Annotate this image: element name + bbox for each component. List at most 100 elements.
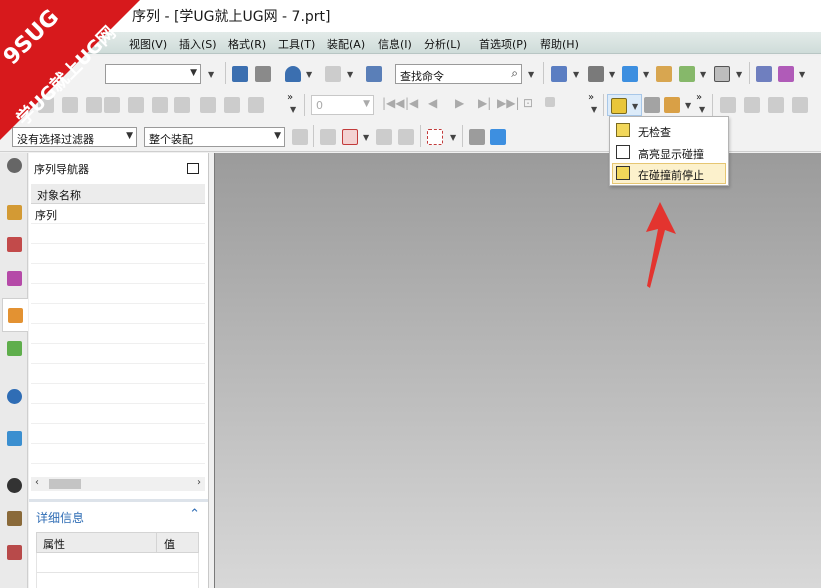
group-icon[interactable]: [152, 97, 168, 113]
chevron-down-icon[interactable]: ▼: [573, 70, 579, 79]
scroll-left-icon[interactable]: ‹: [35, 477, 39, 488]
collapse-chevron-icon[interactable]: ⌃: [189, 507, 200, 522]
stop-icon[interactable]: [545, 97, 555, 107]
menu-tools[interactable]: 工具(T): [278, 36, 315, 52]
horizontal-scrollbar[interactable]: ‹ ›: [31, 477, 205, 491]
frame-number-field[interactable]: 0 ▼: [311, 95, 374, 115]
color-swatch-icon[interactable]: [714, 66, 730, 82]
constraint-navigator-icon[interactable]: [7, 237, 22, 252]
menu-item-no-check[interactable]: 无检查: [612, 120, 726, 141]
maximize-icon[interactable]: [187, 163, 199, 174]
forward-to-end-icon[interactable]: ▶▶|: [497, 96, 520, 110]
roles-icon[interactable]: [7, 511, 22, 526]
chevron-down-icon[interactable]: ▼: [347, 70, 353, 79]
overflow-chevron-icon[interactable]: »: [696, 92, 702, 103]
chevron-down-icon[interactable]: ▼: [528, 70, 534, 79]
command-finder-icon[interactable]: [366, 66, 382, 82]
render-style-icon[interactable]: [588, 66, 604, 82]
chevron-down-icon[interactable]: ▼: [306, 70, 312, 79]
speed-icon[interactable]: ⊡: [523, 96, 533, 110]
chevron-down-icon[interactable]: ▼: [799, 70, 805, 79]
redo-icon[interactable]: [325, 66, 341, 82]
shaded-cube-icon[interactable]: [490, 129, 506, 145]
link-icon[interactable]: [248, 97, 264, 113]
stack-icon[interactable]: [744, 97, 760, 113]
midpoint-icon[interactable]: [398, 129, 414, 145]
component-icon[interactable]: [720, 97, 736, 113]
menu-item-highlight-collision[interactable]: 高亮显示碰撞: [612, 142, 726, 163]
move-component-icon[interactable]: [778, 66, 794, 82]
step-forward-icon[interactable]: ▶|: [478, 96, 491, 110]
sequence-navigator-tab[interactable]: [2, 298, 28, 332]
chevron-down-icon[interactable]: ▼: [609, 70, 615, 79]
toolbar-separator: [543, 62, 544, 84]
assembly-constraint-icon[interactable]: [756, 66, 772, 82]
menu-insert[interactable]: 插入(S): [179, 36, 217, 52]
reuse-library-icon[interactable]: [7, 341, 22, 356]
menu-analysis[interactable]: 分析(L): [424, 36, 461, 52]
layout-tree-icon[interactable]: [174, 97, 190, 113]
system-materials-icon[interactable]: [7, 545, 22, 560]
play-forward-icon[interactable]: ▶: [455, 96, 464, 110]
select-assembly-icon[interactable]: [292, 129, 308, 145]
menu-information[interactable]: 信息(I): [378, 36, 412, 52]
gear-icon[interactable]: [7, 158, 22, 173]
details-table-header: 属性 值: [36, 532, 199, 553]
menu-item-stop-before-collision[interactable]: 在碰撞前停止: [612, 163, 726, 184]
column-header-object-name[interactable]: 对象名称: [37, 187, 81, 203]
layout-icon[interactable]: [551, 66, 567, 82]
menu-help[interactable]: 帮助(H): [540, 36, 579, 52]
menu-format[interactable]: 格式(R): [228, 36, 266, 52]
table-row[interactable]: 序列: [31, 204, 205, 224]
overflow-chevron-icon[interactable]: »: [588, 92, 594, 103]
duplicate-icon[interactable]: [224, 97, 240, 113]
chevron-down-icon[interactable]: ▼: [736, 70, 742, 79]
layer-icon[interactable]: [656, 66, 672, 82]
part-navigator-icon[interactable]: [7, 271, 22, 286]
selection-scope-dropdown[interactable]: 整个装配 ▼: [144, 127, 285, 147]
rewind-to-start-icon[interactable]: |◀◀: [382, 96, 405, 110]
table-row: [31, 304, 205, 324]
menu-preferences[interactable]: 首选项(P): [479, 36, 527, 52]
visibility-icon[interactable]: [679, 66, 695, 82]
rectangle-select-icon[interactable]: [427, 129, 443, 145]
step-back-icon[interactable]: |◀: [405, 96, 418, 110]
chevron-down-icon[interactable]: ▼: [700, 70, 706, 79]
eraser-icon[interactable]: [469, 129, 485, 145]
clock-icon[interactable]: [7, 478, 22, 493]
undo-icon[interactable]: [285, 66, 301, 82]
search-icon[interactable]: ⌕: [511, 66, 518, 81]
details-row: [36, 573, 199, 588]
point-snap-icon[interactable]: [342, 129, 358, 145]
collision-check-button[interactable]: ▼: [607, 94, 642, 116]
chevron-down-icon[interactable]: ▼: [450, 133, 456, 142]
web-browser-icon[interactable]: [7, 389, 22, 404]
play-back-icon[interactable]: ◀: [428, 96, 437, 110]
chevron-down-icon[interactable]: ▼: [363, 133, 369, 142]
scroll-right-icon[interactable]: ›: [197, 477, 201, 488]
cube-view-icon[interactable]: [622, 66, 638, 82]
chevron-down-icon[interactable]: ▼: [591, 105, 597, 114]
sequence-filter-icon[interactable]: [664, 97, 680, 113]
details-title[interactable]: 详细信息: [36, 509, 84, 526]
menu-assemblies[interactable]: 装配(A): [327, 36, 365, 52]
chevron-down-icon[interactable]: ▼: [208, 70, 214, 79]
assembly-navigator-icon[interactable]: [7, 205, 22, 220]
tool-icon[interactable]: [200, 97, 216, 113]
chevron-down-icon[interactable]: ▼: [290, 105, 296, 114]
print-icon[interactable]: [255, 66, 271, 82]
mirror-icon[interactable]: [792, 97, 808, 113]
measure-icon[interactable]: [644, 97, 660, 113]
chevron-down-icon[interactable]: ▼: [643, 70, 649, 79]
pattern-icon[interactable]: [768, 97, 784, 113]
chevron-down-icon[interactable]: ▼: [685, 101, 691, 110]
overflow-chevron-icon[interactable]: »: [287, 92, 293, 103]
command-search-input[interactable]: 查找命令 ⌕: [395, 64, 522, 84]
endpoint-icon[interactable]: [376, 129, 392, 145]
save-icon[interactable]: [232, 66, 248, 82]
history-icon[interactable]: [7, 431, 22, 446]
graphics-window[interactable]: [214, 153, 821, 588]
snap-point-icon[interactable]: [320, 129, 336, 145]
chevron-down-icon[interactable]: ▼: [699, 105, 705, 114]
scrollbar-thumb[interactable]: [49, 479, 81, 489]
